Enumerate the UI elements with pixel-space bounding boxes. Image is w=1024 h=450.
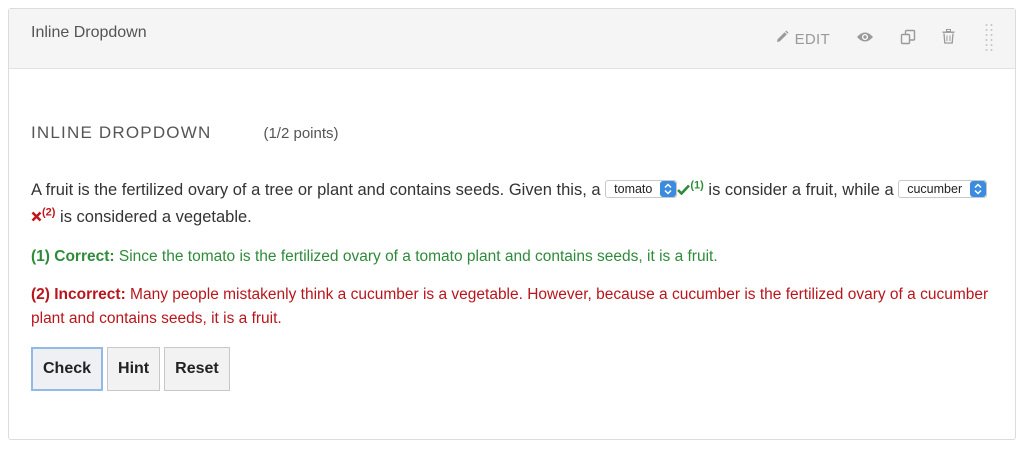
question-text-part-1: A fruit is the fertilized ovary of a tre… (31, 181, 606, 199)
select-arrows-icon (970, 180, 987, 197)
marker-1: (1) (690, 179, 704, 192)
points-label: (1/2 points) (263, 125, 339, 142)
drag-handle-icon (985, 23, 993, 56)
feedback-incorrect-label: (2) Incorrect: (31, 286, 126, 303)
cross-icon (31, 209, 42, 226)
drag-handle[interactable] (985, 23, 993, 56)
checkmark-icon (677, 182, 691, 199)
problem-title-row: INLINE DROPDOWN (1/2 points) (31, 123, 991, 143)
reset-button[interactable]: Reset (164, 347, 230, 391)
preview-button[interactable] (856, 30, 874, 48)
eye-icon (856, 30, 874, 48)
feedback-correct-text: Since the tomato is the fertilized ovary… (114, 248, 718, 265)
action-buttons: Check Hint Reset (31, 347, 991, 391)
card-title: Inline Dropdown (31, 24, 147, 41)
feedback-correct: (1) Correct: Since the tomato is the fer… (31, 245, 991, 269)
question-text-part-2: is consider a fruit, while a (703, 181, 899, 199)
dropdown-2-value: cucumber (907, 181, 963, 196)
header-actions: EDIT (775, 23, 993, 56)
dropdown-1-value: tomato (614, 181, 653, 196)
edit-label: EDIT (794, 30, 830, 48)
feedback-incorrect: (2) Incorrect: Many people mistakenly th… (31, 283, 991, 331)
dropdown-1[interactable]: tomato (605, 179, 678, 198)
delete-button[interactable] (942, 29, 955, 49)
card-header: Inline Dropdown EDIT (9, 9, 1015, 69)
problem-title: INLINE DROPDOWN (31, 123, 212, 142)
feedback-correct-label: (1) Correct: (31, 248, 115, 265)
edit-button[interactable]: EDIT (775, 30, 830, 49)
marker-2: (2) (42, 206, 56, 219)
duplicate-button[interactable] (900, 29, 916, 50)
dropdown-2[interactable]: cucumber (898, 179, 988, 198)
feedback-incorrect-text: Many people mistakenly think a cucumber … (31, 286, 989, 327)
problem-body: INLINE DROPDOWN (1/2 points) A fruit is … (31, 123, 991, 391)
hint-button[interactable]: Hint (107, 347, 161, 391)
check-button[interactable]: Check (31, 347, 104, 391)
trash-icon (942, 29, 955, 49)
problem-card: Inline Dropdown EDIT INLINE DROPDOWN (1/… (8, 8, 1016, 440)
pencil-icon (775, 30, 789, 49)
question-text: A fruit is the fertilized ovary of a tre… (31, 177, 991, 231)
question-text-part-3: is considered a vegetable. (55, 208, 252, 226)
select-arrows-icon (660, 180, 677, 197)
duplicate-icon (900, 29, 916, 50)
